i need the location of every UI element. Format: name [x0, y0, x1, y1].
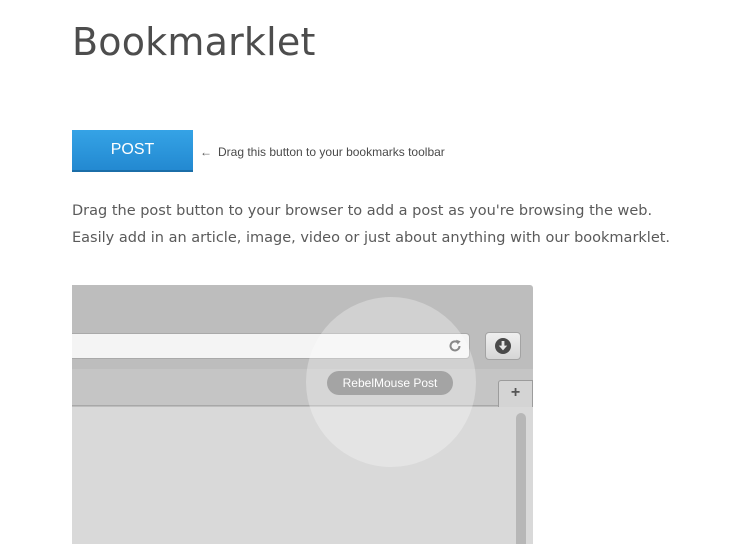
bookmarklet-page: Bookmarklet POST ← Drag this button to yo… [0, 0, 748, 544]
description-line-1: Drag the post button to your browser to … [72, 203, 653, 219]
bookmark-pill: RebelMouse Post [327, 371, 453, 395]
plus-icon: + [510, 384, 521, 401]
browser-illustration: + RebelMouse Post [72, 285, 533, 544]
download-icon [495, 338, 511, 354]
download-button [485, 332, 521, 360]
drag-hint-text: Drag this button to your bookmarks toolb… [218, 145, 445, 159]
browser-content-area [72, 407, 533, 544]
post-bookmarklet-button[interactable]: POST [72, 130, 193, 172]
description: Drag the post button to your browser to … [72, 198, 742, 252]
scrollbar [516, 413, 526, 544]
drag-hint: ← Drag this button to your bookmarks tool… [200, 144, 445, 160]
new-tab-button: + [498, 380, 533, 407]
page-title: Bookmarklet [72, 20, 316, 64]
description-line-2: Easily add in an article, image, video o… [72, 230, 671, 246]
left-arrow-icon: ← [200, 145, 212, 159]
